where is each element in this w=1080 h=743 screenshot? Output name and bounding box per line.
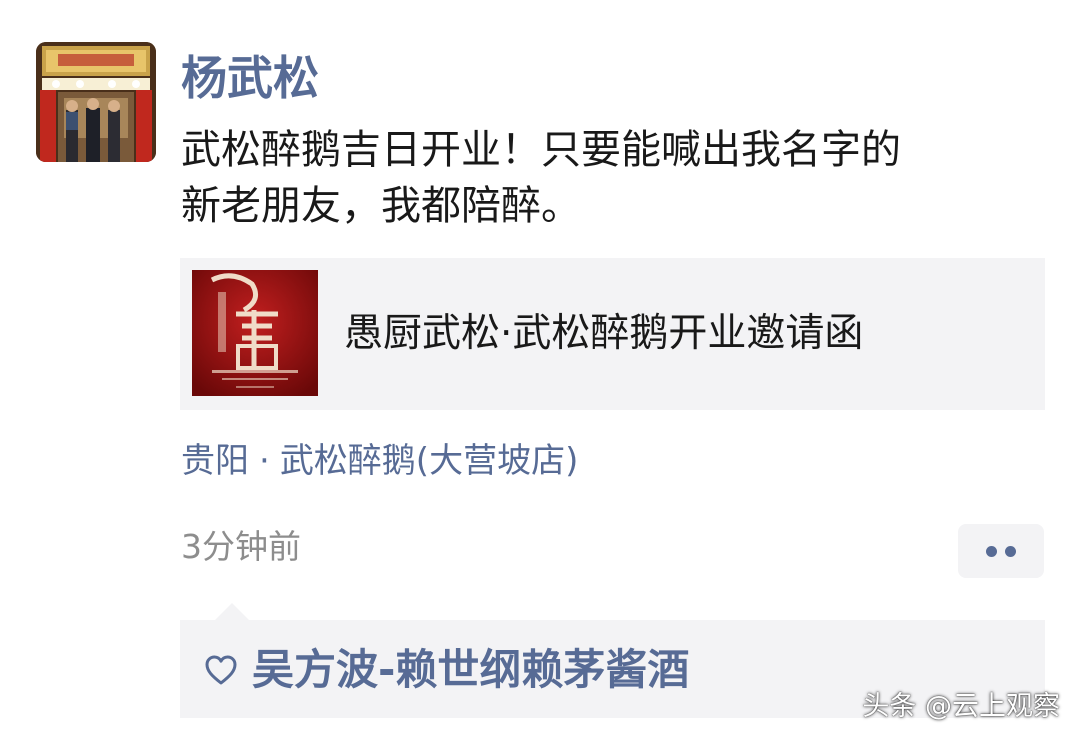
post-text-line: 新老朋友，我都陪醉。 (181, 183, 581, 229)
location-separator: · (259, 441, 270, 481)
heart-icon (205, 655, 237, 685)
author-name[interactable]: 杨武松 (181, 48, 319, 108)
invitation-thumbnail-image (192, 270, 318, 396)
post-text: 武松醉鹅吉日开业！只要能喊出我名字的 新老朋友，我都陪醉。 (181, 122, 1041, 234)
shared-link-card[interactable]: 愚厨武松·武松醉鹅开业邀请函 (180, 258, 1045, 410)
likes-pointer (214, 603, 250, 621)
link-thumbnail (192, 270, 318, 396)
avatar[interactable] (36, 42, 156, 162)
ellipsis-icon (986, 546, 997, 557)
liker-name[interactable]: 吴方波-赖世纲赖茅酱酒 (252, 642, 689, 698)
link-title: 愚厨武松·武松醉鹅开业邀请函 (344, 311, 864, 356)
avatar-image (36, 42, 156, 162)
watermark: 头条 @云上观察 (862, 691, 1060, 722)
location-city: 贵阳 (181, 441, 249, 481)
post-time: 3分钟前 (181, 527, 301, 566)
moments-post: 杨武松 武松醉鹅吉日开业！只要能喊出我名字的 新老朋友，我都陪醉。 愚厨武松·武… (0, 0, 1080, 743)
location-link[interactable]: 贵阳 · 武松醉鹅(大营坡店) (181, 438, 578, 484)
location-place: 武松醉鹅(大营坡店) (279, 441, 579, 481)
more-actions-button[interactable] (958, 524, 1044, 578)
post-text-line: 武松醉鹅吉日开业！只要能喊出我名字的 (181, 127, 901, 173)
ellipsis-icon (1005, 546, 1016, 557)
